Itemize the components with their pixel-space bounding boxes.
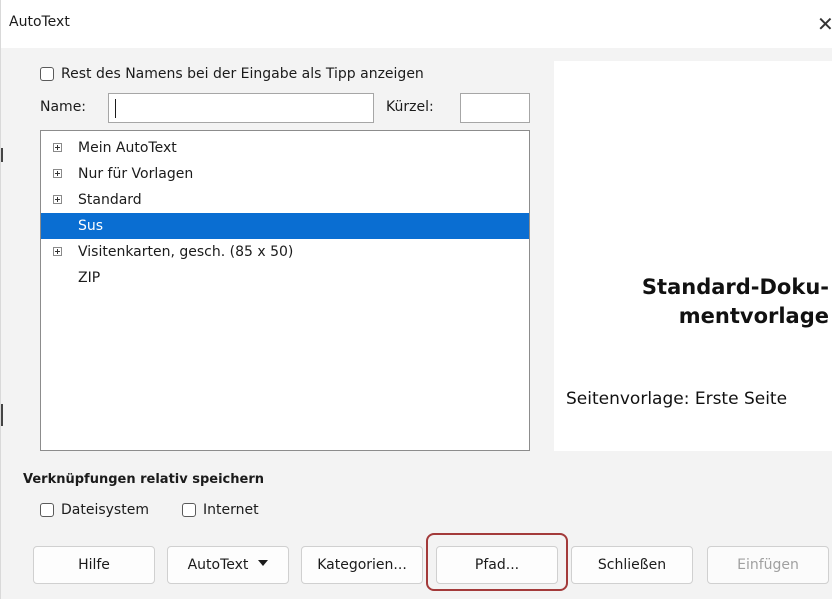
preview-subtitle: Seitenvorlage: Erste Seite	[566, 389, 788, 409]
window-title: AutoText	[9, 14, 70, 30]
edge-mark	[1, 404, 3, 426]
autotext-menu-button[interactable]: AutoText	[167, 546, 289, 584]
filesystem-checkbox[interactable]: Dateisystem	[40, 502, 149, 518]
tip-checkbox-box[interactable]	[40, 67, 54, 81]
autotext-dialog: AutoText ✕ Rest des Namens bei der Einga…	[0, 0, 832, 599]
text-caret	[115, 99, 116, 118]
expand-icon[interactable]	[53, 169, 62, 178]
preview-pane: Standard-Doku- mentvorlage Seitenvorlage…	[554, 61, 832, 451]
internet-checkbox-box[interactable]	[182, 503, 196, 517]
title-bar: AutoText ✕	[1, 0, 832, 48]
preview-title-line-1: Standard-Doku-	[641, 275, 829, 299]
filesystem-checkbox-box[interactable]	[40, 503, 54, 517]
expand-icon[interactable]	[53, 143, 62, 152]
categories-button[interactable]: Kategorien...	[301, 546, 423, 584]
tip-checkbox[interactable]: Rest des Namens bei der Eingabe als Tipp…	[40, 66, 424, 82]
expand-icon[interactable]	[53, 195, 62, 204]
name-label: Name:	[40, 99, 87, 115]
autotext-category-tree[interactable]: Mein AutoText Nur für Vorlagen Standard …	[40, 130, 530, 451]
close-icon[interactable]: ✕	[817, 6, 832, 42]
close-button[interactable]: Schließen	[571, 546, 693, 584]
tree-item-sus[interactable]: Sus	[41, 213, 529, 239]
tree-item-label: Nur für Vorlagen	[78, 166, 194, 182]
tree-item-standard[interactable]: Standard	[41, 187, 529, 213]
preview-title: Standard-Doku- mentvorlage	[569, 273, 829, 331]
tree-item-label: ZIP	[78, 270, 101, 286]
dropdown-arrow-icon	[258, 560, 269, 566]
shortcut-label: Kürzel:	[386, 99, 434, 115]
help-button[interactable]: Hilfe	[33, 546, 155, 584]
internet-checkbox-label: Internet	[203, 502, 259, 518]
autotext-menu-label: AutoText	[187, 557, 249, 573]
tree-item-label: Sus	[78, 218, 104, 234]
tree-item-nur-fuer-vorlagen[interactable]: Nur für Vorlagen	[41, 161, 529, 187]
tree-item-visitenkarten[interactable]: Visitenkarten, gesch. (85 x 50)	[41, 239, 529, 265]
internet-checkbox[interactable]: Internet	[182, 502, 259, 518]
tree-item-label: Mein AutoText	[78, 140, 177, 156]
shortcut-field[interactable]	[460, 93, 530, 123]
expand-icon[interactable]	[53, 247, 62, 256]
relative-links-heading: Verknüpfungen relativ speichern	[23, 472, 264, 487]
name-field[interactable]	[108, 93, 374, 123]
tip-checkbox-label: Rest des Namens bei der Eingabe als Tipp…	[61, 66, 424, 82]
preview-title-line-2: mentvorlage	[678, 304, 829, 328]
tree-item-label: Standard	[78, 192, 142, 208]
tree-item-mein-autotext[interactable]: Mein AutoText	[41, 135, 529, 161]
insert-button[interactable]: Einfügen	[707, 546, 829, 584]
tree-item-label: Visitenkarten, gesch. (85 x 50)	[78, 244, 294, 260]
tree-item-zip[interactable]: ZIP	[41, 265, 529, 291]
edge-mark	[1, 148, 3, 162]
path-button[interactable]: Pfad...	[436, 546, 558, 584]
filesystem-checkbox-label: Dateisystem	[61, 502, 149, 518]
